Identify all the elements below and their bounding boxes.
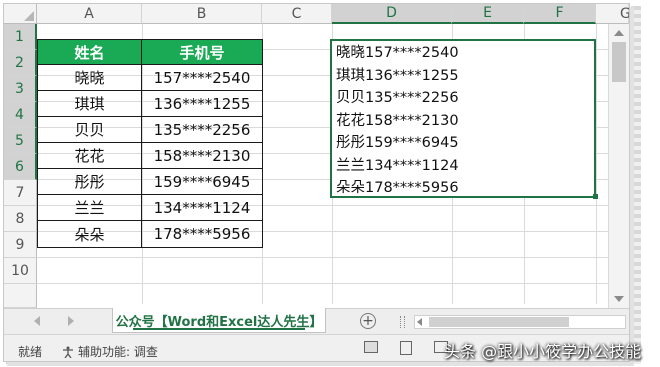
- row-header-8[interactable]: 8: [4, 206, 37, 232]
- accessibility-label: 辅助功能: 调查: [78, 345, 158, 359]
- excel-window: A B C D E F G 1 2 3 4 5 6 7 8 9 10 姓名 手机…: [3, 3, 630, 362]
- name-cell[interactable]: 兰兰: [38, 195, 142, 221]
- scroll-down-icon[interactable]: [614, 296, 624, 302]
- phone-cell[interactable]: 135****2256: [142, 117, 263, 143]
- phone-cell[interactable]: 136****1255: [142, 91, 263, 117]
- row-header-4[interactable]: 4: [4, 102, 37, 128]
- column-header-d[interactable]: D: [332, 4, 452, 24]
- scroll-left-icon[interactable]: [417, 318, 422, 326]
- fill-handle[interactable]: [593, 194, 598, 199]
- scroll-up-icon[interactable]: [614, 30, 624, 36]
- phone-cell[interactable]: 158****2130: [142, 143, 263, 169]
- name-cell[interactable]: 琪琪: [38, 91, 142, 117]
- phone-cell[interactable]: 178****5956: [142, 221, 263, 248]
- text-line: 琪琪136****1255: [336, 67, 459, 84]
- name-cell[interactable]: 花花: [38, 143, 142, 169]
- sheet-tab-bar: 公众号【Word和Excel达人先生】 +: [4, 308, 629, 334]
- text-line: 晓晓157****2540: [336, 45, 459, 61]
- row-header-10[interactable]: 10: [4, 258, 37, 284]
- window-shadow-right: [631, 6, 641, 364]
- normal-view-icon[interactable]: [364, 341, 378, 353]
- row-header-5[interactable]: 5: [4, 128, 37, 154]
- scroll-thumb[interactable]: [612, 42, 626, 82]
- name-cell[interactable]: 朵朵: [38, 221, 142, 248]
- name-cell[interactable]: 贝贝: [38, 117, 142, 143]
- watermark: 头条 @跟小小筱学办公技能: [444, 342, 642, 361]
- vertical-scrollbar[interactable]: [608, 24, 629, 308]
- row-header-9[interactable]: 9: [4, 232, 37, 258]
- grid-line: [596, 24, 597, 304]
- row-header-1[interactable]: 1: [4, 24, 37, 50]
- horizontal-scrollbar[interactable]: [414, 315, 626, 329]
- row-header-2[interactable]: 2: [4, 50, 37, 76]
- name-cell[interactable]: 彤彤: [38, 169, 142, 195]
- text-line: 贝贝135****2256: [336, 90, 459, 106]
- status-ready: 就绪: [18, 345, 43, 359]
- text-line: 兰兰134****1124: [336, 157, 459, 174]
- column-header-b[interactable]: B: [142, 4, 262, 24]
- phone-cell[interactable]: 159****6945: [142, 169, 263, 195]
- tab-sheet-active[interactable]: 公众号【Word和Excel达人先生】: [112, 308, 326, 333]
- text-line: 朵朵178****5956: [336, 180, 459, 196]
- phone-cell[interactable]: 134****1124: [142, 195, 263, 221]
- name-cell[interactable]: 晓晓: [38, 65, 142, 91]
- text-line: 彤彤159****6945: [336, 135, 459, 151]
- row-header-3[interactable]: 3: [4, 76, 37, 102]
- scroll-thumb[interactable]: [429, 317, 569, 327]
- tab-prev-icon[interactable]: [34, 316, 40, 326]
- column-header-f[interactable]: F: [524, 4, 596, 24]
- column-header-a[interactable]: A: [37, 4, 142, 24]
- row-header-7[interactable]: 7: [4, 180, 37, 206]
- add-sheet-button[interactable]: +: [360, 313, 376, 329]
- header-cell-phone[interactable]: 手机号: [142, 40, 263, 65]
- column-header-e[interactable]: E: [452, 4, 524, 24]
- column-header-g[interactable]: G: [596, 4, 629, 24]
- column-header-c[interactable]: C: [262, 4, 332, 24]
- tab-next-icon[interactable]: [68, 316, 74, 326]
- row-header-11[interactable]: [4, 284, 37, 308]
- accessibility-icon: [63, 346, 73, 358]
- phone-cell[interactable]: 157****2540: [142, 65, 263, 91]
- text-line: 花花158****2130: [336, 112, 459, 129]
- merged-text-box[interactable]: 晓晓157****2540 琪琪136****1255 贝贝135****225…: [330, 39, 596, 198]
- accessibility-status[interactable]: 辅助功能: 调查: [62, 343, 158, 360]
- page-layout-icon[interactable]: [400, 341, 412, 355]
- split-handle[interactable]: [400, 316, 405, 328]
- select-all-corner[interactable]: [4, 4, 37, 24]
- header-cell-name[interactable]: 姓名: [38, 40, 142, 65]
- row-header-6[interactable]: 6: [4, 154, 37, 180]
